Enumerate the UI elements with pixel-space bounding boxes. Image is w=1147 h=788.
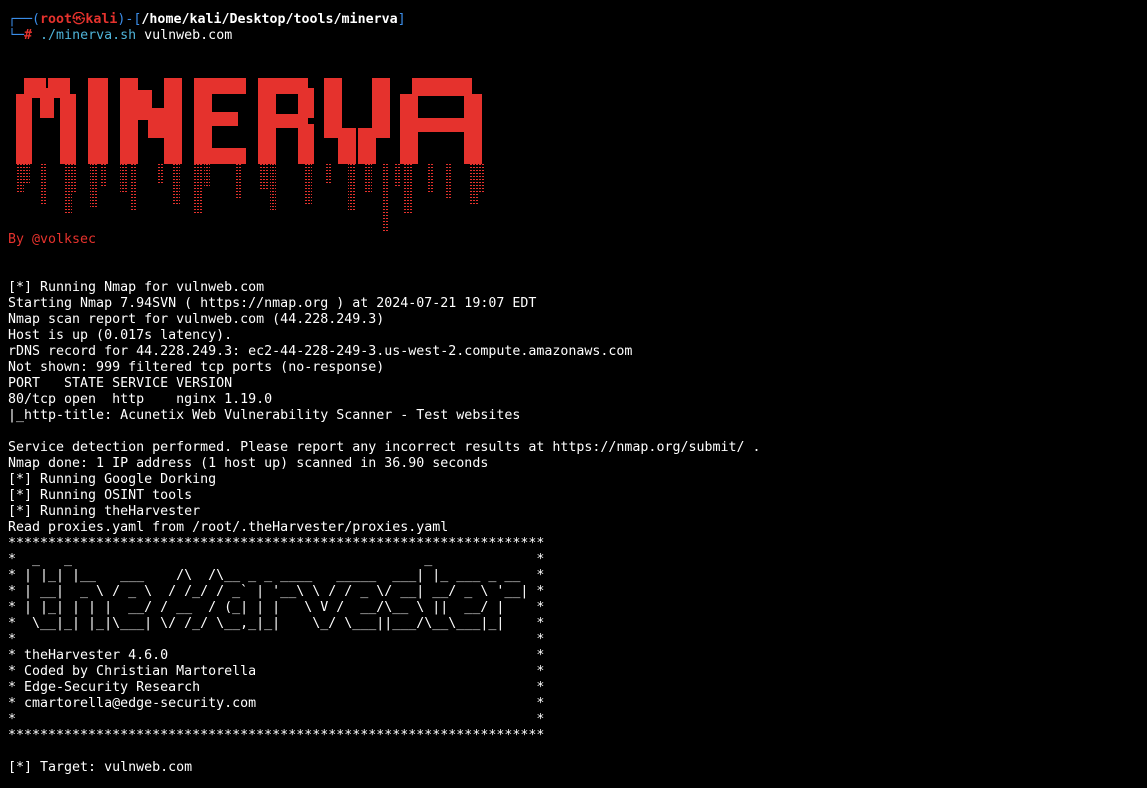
logo-drip bbox=[158, 164, 164, 184]
logo-drip bbox=[428, 164, 434, 192]
logo-drip bbox=[446, 164, 452, 200]
output-line: * * bbox=[8, 712, 545, 727]
output-line: rDNS record for 44.228.249.3: ec2-44-228… bbox=[8, 344, 633, 359]
logo-drip bbox=[260, 164, 268, 190]
output-line: PORT STATE SERVICE VERSION bbox=[8, 376, 233, 391]
logo-drip bbox=[90, 164, 98, 208]
logo-letter-stroke bbox=[164, 78, 182, 164]
output-line: ****************************************… bbox=[8, 728, 545, 743]
output-line: [*] Running Google Dorking bbox=[8, 472, 217, 487]
logo-letter-stroke bbox=[88, 78, 108, 164]
logo-drip bbox=[326, 164, 332, 184]
logo-letter-stroke bbox=[208, 78, 246, 94]
output-line: [*] Running Nmap for vulnweb.com bbox=[8, 280, 265, 295]
output-line: [*] Running theHarvester bbox=[8, 504, 201, 519]
output-line: Nmap scan report for vulnweb.com (44.228… bbox=[8, 312, 385, 327]
prompt-line-2: └─# ./minerva.sh vulnweb.com bbox=[8, 28, 1147, 44]
prompt-user: root bbox=[40, 12, 73, 27]
minerva-logo bbox=[8, 68, 508, 232]
prompt-path: /home/kali/Desktop/tools/minerva bbox=[141, 12, 398, 27]
logo-letter-stroke bbox=[60, 94, 76, 164]
logo-drip bbox=[304, 164, 312, 204]
logo-letter-stroke bbox=[16, 94, 32, 164]
prompt-host: kali bbox=[85, 12, 118, 27]
logo-letter-stroke bbox=[298, 88, 314, 118]
output-line: Service detection performed. Please repo… bbox=[8, 440, 761, 455]
logo-drip bbox=[404, 164, 412, 214]
output-line: |_http-title: Acunetix Web Vulnerability… bbox=[8, 408, 521, 423]
prompt-corner: └─ bbox=[8, 28, 25, 43]
logo-letter-stroke bbox=[298, 124, 314, 164]
logo-drip bbox=[40, 164, 46, 204]
output-line: * Coded by Christian Martorella * bbox=[8, 664, 545, 679]
logo-drip bbox=[382, 164, 388, 232]
logo-drip bbox=[478, 164, 484, 194]
prompt-line-1: ┌──(root㉿kali)-[/home/kali/Desktop/tools… bbox=[8, 12, 1147, 28]
output-line: * | __| _ \ / _ \ / /_/ / _` | '__\ \ / … bbox=[8, 584, 545, 599]
output-line: [*] Running OSINT tools bbox=[8, 488, 193, 503]
logo-drip bbox=[70, 164, 76, 194]
prompt-mid: )-[ bbox=[117, 12, 142, 27]
command-text: ./minerva.sh bbox=[40, 28, 137, 43]
prompt-hash: # bbox=[24, 28, 33, 43]
prompt-open-bracket: ┌──( bbox=[8, 12, 41, 27]
logo-drip bbox=[470, 164, 478, 204]
logo-drip bbox=[172, 164, 180, 204]
output-line: Not shown: 999 filtered tcp ports (no-re… bbox=[8, 360, 385, 375]
logo-drip bbox=[100, 164, 106, 188]
prompt-close-bracket: ] bbox=[397, 12, 406, 27]
logo-drip bbox=[120, 164, 128, 194]
output-line: * | |_| | | | __/ / __ / (_| | | \ V / _… bbox=[8, 600, 545, 615]
output-line: Read proxies.yaml from /root/.theHarvest… bbox=[8, 520, 449, 535]
logo-letter-stroke bbox=[208, 148, 246, 164]
logo-letter-stroke bbox=[148, 108, 166, 138]
prompt-at-symbol: ㉿ bbox=[72, 12, 86, 27]
logo-drip bbox=[348, 164, 356, 210]
logo-letter-stroke bbox=[372, 78, 390, 138]
logo-drip bbox=[16, 164, 24, 194]
output-line: * cmartorella@edge-security.com * bbox=[8, 696, 545, 711]
output-line: [*] Target: vulnweb.com bbox=[8, 760, 193, 775]
logo-drip bbox=[236, 164, 242, 198]
output-line: * theHarvester 4.6.0 * bbox=[8, 648, 545, 663]
logo-drip bbox=[24, 164, 30, 184]
logo-letter-stroke bbox=[412, 78, 472, 96]
command-output: [*] Running Nmap for vulnweb.com Starting… bbox=[8, 280, 1147, 776]
logo-drip bbox=[194, 164, 202, 214]
command-argument: vulnweb.com bbox=[144, 28, 233, 43]
output-line: ****************************************… bbox=[8, 536, 545, 551]
output-line: Host is up (0.017s latency). bbox=[8, 328, 233, 343]
logo-drip bbox=[130, 164, 136, 212]
output-line: 80/tcp open http nginx 1.19.0 bbox=[8, 392, 273, 407]
output-line: Starting Nmap 7.94SVN ( https://nmap.org… bbox=[8, 296, 537, 311]
logo-letter-stroke bbox=[338, 128, 356, 164]
output-line: * | |_| |__ ___ /\ /\__ _ _ ____ _____ _… bbox=[8, 568, 545, 583]
output-line: * * bbox=[8, 632, 545, 647]
output-line: Nmap done: 1 IP address (1 host up) scan… bbox=[8, 456, 489, 471]
output-line: * Edge-Security Research * bbox=[8, 680, 545, 695]
logo-drip bbox=[270, 164, 276, 212]
author-byline: By @volksec bbox=[8, 232, 97, 247]
minerva-logo-art bbox=[16, 78, 484, 232]
logo-drip bbox=[204, 164, 210, 188]
output-line: * \__|_| |_|\___| \/ /_/ \__,_|_| \_/ \_… bbox=[8, 616, 545, 631]
output-line: * _ _ _ * bbox=[8, 552, 545, 567]
logo-letter-stroke bbox=[414, 118, 470, 132]
terminal-window[interactable]: ┌──(root㉿kali)-[/home/kali/Desktop/tools… bbox=[0, 0, 1147, 788]
logo-drip bbox=[394, 164, 400, 186]
logo-letter-stroke bbox=[208, 112, 238, 126]
logo-drip bbox=[364, 164, 372, 194]
